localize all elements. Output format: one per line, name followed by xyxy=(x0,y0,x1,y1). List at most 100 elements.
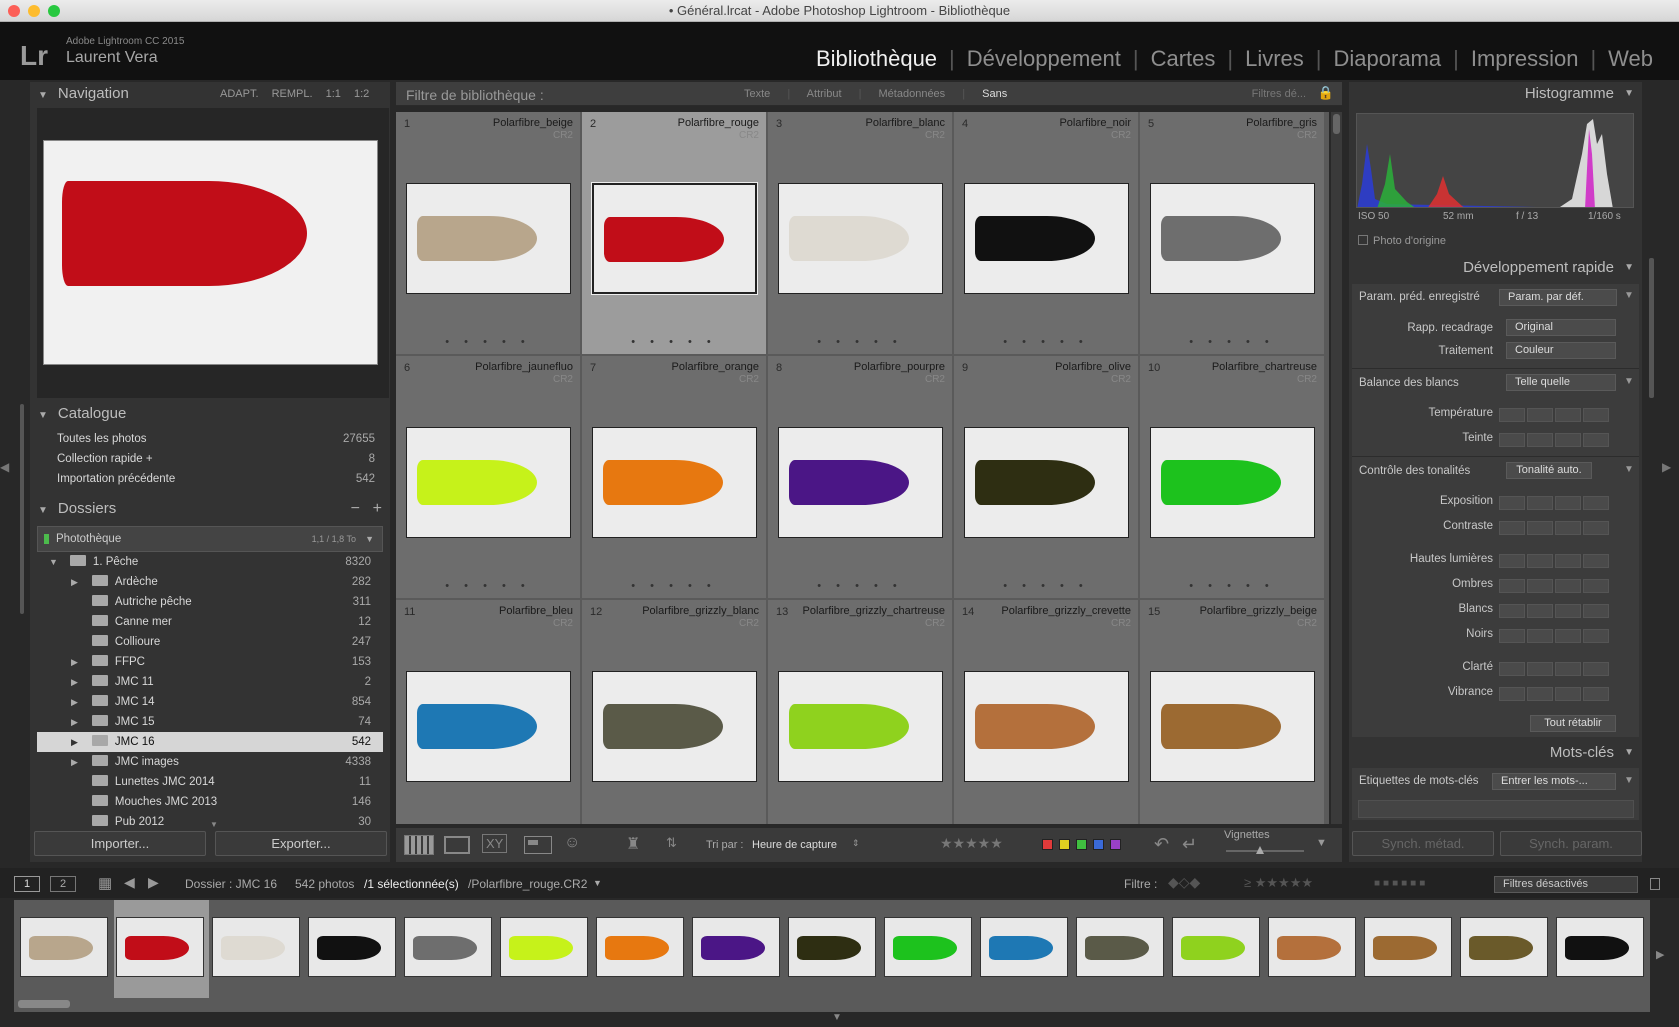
collapse-triangle-icon[interactable]: ▼ xyxy=(1624,82,1634,106)
grid-cell[interactable]: 11Polarfibre_bleuCR2• • • • • xyxy=(396,600,581,824)
export-button[interactable]: Exporter... xyxy=(215,831,387,856)
step-button[interactable] xyxy=(1555,662,1581,676)
toolbar-menu-icon[interactable]: ▼ xyxy=(1316,837,1327,849)
filmstrip-thumbnail[interactable] xyxy=(692,917,780,977)
thumbnail[interactable] xyxy=(1150,427,1315,538)
rotate-left-icon[interactable]: ↶ xyxy=(1154,834,1169,855)
grid-cell[interactable]: 14Polarfibre_grizzly_crevetteCR2• • • • … xyxy=(954,600,1139,824)
folder-item[interactable]: ▶Autriche pêche311 xyxy=(37,592,383,612)
step-button[interactable] xyxy=(1527,604,1553,618)
keyword-tags-dropdown[interactable]: Entrer les mots-... xyxy=(1492,773,1616,790)
filmstrip-thumbnail[interactable] xyxy=(1076,917,1164,977)
add-folder-icon[interactable]: + xyxy=(373,497,382,521)
step-button[interactable] xyxy=(1527,433,1553,447)
rating-dots[interactable]: • • • • • xyxy=(582,580,766,592)
module-library[interactable]: Bibliothèque xyxy=(804,46,949,72)
compare-view-icon[interactable]: XY xyxy=(482,834,508,853)
filmstrip-thumbnail[interactable] xyxy=(20,917,108,977)
thumbnail[interactable] xyxy=(778,427,943,538)
filter-text-tab[interactable]: Texte xyxy=(744,88,770,100)
original-photo-checkbox[interactable]: Photo d'origine xyxy=(1358,235,1446,247)
step-button[interactable] xyxy=(1527,408,1553,422)
color-filter-icon[interactable]: ■■■■■■ xyxy=(1374,878,1428,889)
catalog-item[interactable]: Importation précédente 542 xyxy=(37,469,387,489)
zoom-fit[interactable]: ADAPT. xyxy=(220,88,259,100)
folder-item[interactable]: ▶Lunettes JMC 201411 xyxy=(37,772,383,792)
filmstrip-thumbnail[interactable] xyxy=(1364,917,1452,977)
module-web[interactable]: Web xyxy=(1596,46,1665,72)
rotate-right-icon[interactable]: ↵ xyxy=(1182,834,1197,855)
zoom-1-1[interactable]: 1:1 xyxy=(326,88,341,100)
step-button[interactable] xyxy=(1555,629,1581,643)
step-button[interactable] xyxy=(1499,662,1525,676)
rating-dots[interactable]: • • • • • xyxy=(768,580,952,592)
filter-none-tab[interactable]: Sans xyxy=(982,88,1007,100)
step-button[interactable] xyxy=(1499,687,1525,701)
color-label-swatch[interactable] xyxy=(1076,839,1087,850)
catalog-header[interactable]: ▼ Catalogue xyxy=(30,402,390,426)
folder-root[interactable]: ▼ 1. Pêche 8320 xyxy=(37,552,383,572)
forward-arrow-icon[interactable]: ▶ xyxy=(148,874,159,891)
expand-triangle-icon[interactable]: ▶ xyxy=(71,817,78,827)
adjust-stepper[interactable] xyxy=(1499,604,1609,618)
step-button[interactable] xyxy=(1583,433,1609,447)
folder-item[interactable]: ▶ JMC images 4338 xyxy=(37,752,383,772)
bottom-panel-toggle-icon[interactable]: ▼ xyxy=(832,1012,842,1023)
step-button[interactable] xyxy=(1499,579,1525,593)
adjust-stepper[interactable] xyxy=(1499,408,1609,422)
step-button[interactable] xyxy=(1499,433,1525,447)
minimize-window-button[interactable] xyxy=(28,5,40,17)
keyword-input[interactable] xyxy=(1358,800,1634,818)
grid-cell[interactable]: 9 Polarfibre_olive CR2 • • • • • xyxy=(954,356,1139,599)
thumbnail[interactable] xyxy=(592,671,757,782)
step-button[interactable] xyxy=(1583,604,1609,618)
rating-dots[interactable]: • • • • • xyxy=(1140,336,1324,348)
grid-cell[interactable]: 10 Polarfibre_chartreuse CR2 • • • • • xyxy=(1140,356,1325,599)
adjust-stepper[interactable] xyxy=(1499,496,1609,510)
thumbnail[interactable] xyxy=(1150,671,1315,782)
collapse-triangle-icon[interactable]: ▼ xyxy=(38,410,48,421)
adjust-stepper[interactable] xyxy=(1499,433,1609,447)
module-book[interactable]: Livres xyxy=(1233,46,1316,72)
thumbnail[interactable] xyxy=(1150,183,1315,294)
grid-cell[interactable]: 7 Polarfibre_orange CR2 • • • • • xyxy=(582,356,767,599)
step-button[interactable] xyxy=(1583,521,1609,535)
adjust-stepper[interactable] xyxy=(1499,579,1609,593)
grid-jump-icon[interactable]: ▦ xyxy=(98,874,112,892)
filmstrip-thumbnail[interactable] xyxy=(884,917,972,977)
survey-view-icon[interactable] xyxy=(524,836,552,854)
filter-metadata-tab[interactable]: Métadonnées xyxy=(879,88,946,100)
step-button[interactable] xyxy=(1555,433,1581,447)
flag-filter-icon[interactable]: ◆◇◆ xyxy=(1168,874,1200,891)
rating-dots[interactable]: • • • • • xyxy=(582,336,766,348)
folder-item[interactable]: ▶ Ardèche 282 xyxy=(37,572,383,592)
filmstrip-thumbnail[interactable] xyxy=(404,917,492,977)
step-button[interactable] xyxy=(1499,521,1525,535)
expand-triangle-icon[interactable]: ▶ xyxy=(71,677,78,687)
step-button[interactable] xyxy=(1527,662,1553,676)
filter-lock-icon[interactable] xyxy=(1650,878,1660,890)
step-button[interactable] xyxy=(1499,554,1525,568)
thumbnail[interactable] xyxy=(406,671,571,782)
grid-cell[interactable]: 5 Polarfibre_gris CR2 • • • • • xyxy=(1140,112,1325,355)
collapse-triangle-icon[interactable]: ▼ xyxy=(1624,290,1634,301)
filmstrip-thumbnail[interactable] xyxy=(116,917,204,977)
step-button[interactable] xyxy=(1583,408,1609,422)
filmstrip-thumbnail[interactable] xyxy=(212,917,300,977)
step-button[interactable] xyxy=(1583,554,1609,568)
adjust-stepper[interactable] xyxy=(1499,687,1609,701)
filter-attribute-tab[interactable]: Attribut xyxy=(807,88,842,100)
expand-triangle-icon[interactable]: ▶ xyxy=(71,797,78,807)
rating-filter-stars[interactable]: ≥ ★★★★★ xyxy=(1244,875,1313,891)
expand-triangle-icon[interactable]: ▶ xyxy=(71,617,78,627)
filmstrip-thumbnail[interactable] xyxy=(308,917,396,977)
left-panel-toggle-icon[interactable]: ◀ xyxy=(0,460,10,480)
histogram-header[interactable]: Histogramme ▼ xyxy=(1349,82,1642,106)
module-develop[interactable]: Développement xyxy=(955,46,1133,72)
filmstrip-right-arrow-icon[interactable]: ▶ xyxy=(1656,948,1664,961)
reset-all-button[interactable]: Tout rétablir xyxy=(1530,715,1616,732)
step-button[interactable] xyxy=(1499,408,1525,422)
step-button[interactable] xyxy=(1527,521,1553,535)
thumbnail[interactable] xyxy=(778,671,943,782)
sort-dropdown[interactable]: Heure de capture xyxy=(752,839,837,851)
